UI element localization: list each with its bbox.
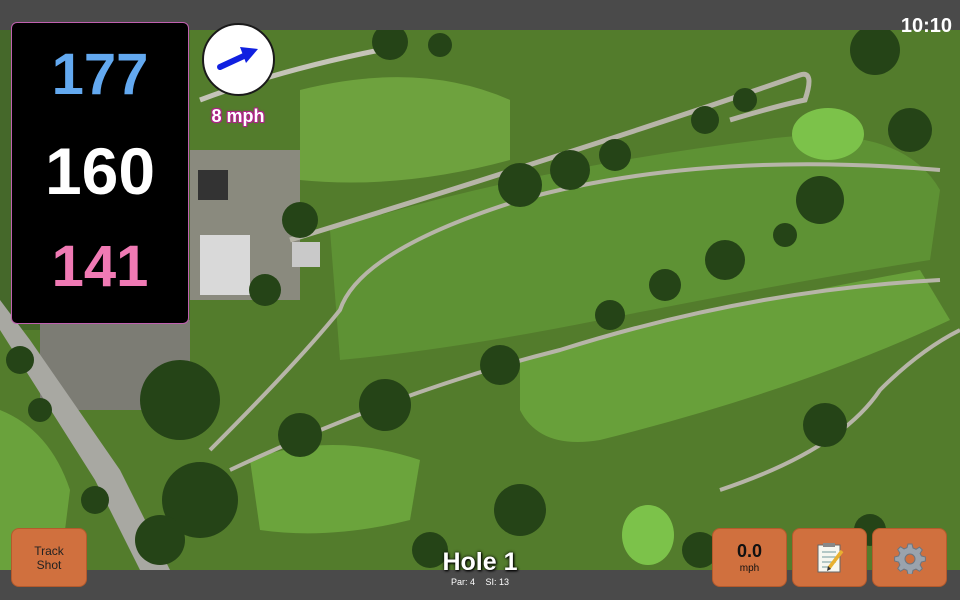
gear-icon: [893, 543, 926, 574]
settings-button[interactable]: [872, 528, 947, 587]
notepad-icon: [817, 542, 843, 572]
distance-panel: 177 160 141: [11, 22, 189, 324]
wind-speed: 8 mph: [211, 106, 265, 126]
distance-middle: 160: [44, 134, 156, 208]
hole-info: Par: 4 SI: 13: [380, 577, 580, 587]
track-shot-label-line1: Track: [34, 543, 64, 558]
track-shot-label-line2: Shot: [36, 557, 62, 572]
speed-button[interactable]: 0.0 mph: [712, 528, 787, 587]
clock: 10:10: [900, 15, 952, 37]
track-shot-button[interactable]: Track Shot: [11, 528, 87, 587]
hole-par: Par: 4: [450, 577, 475, 587]
distance-front: 141: [51, 234, 149, 299]
notes-button[interactable]: [792, 528, 867, 587]
hole-title: Hole 1: [442, 548, 518, 576]
speed-value: 0.0: [736, 541, 763, 561]
wind-arrow-icon: [217, 47, 258, 70]
wind-indicator: [202, 23, 275, 96]
distance-back: 177: [51, 42, 149, 107]
speed-unit: mph: [739, 563, 760, 574]
hole-stroke-index: SI: 13: [485, 577, 510, 587]
